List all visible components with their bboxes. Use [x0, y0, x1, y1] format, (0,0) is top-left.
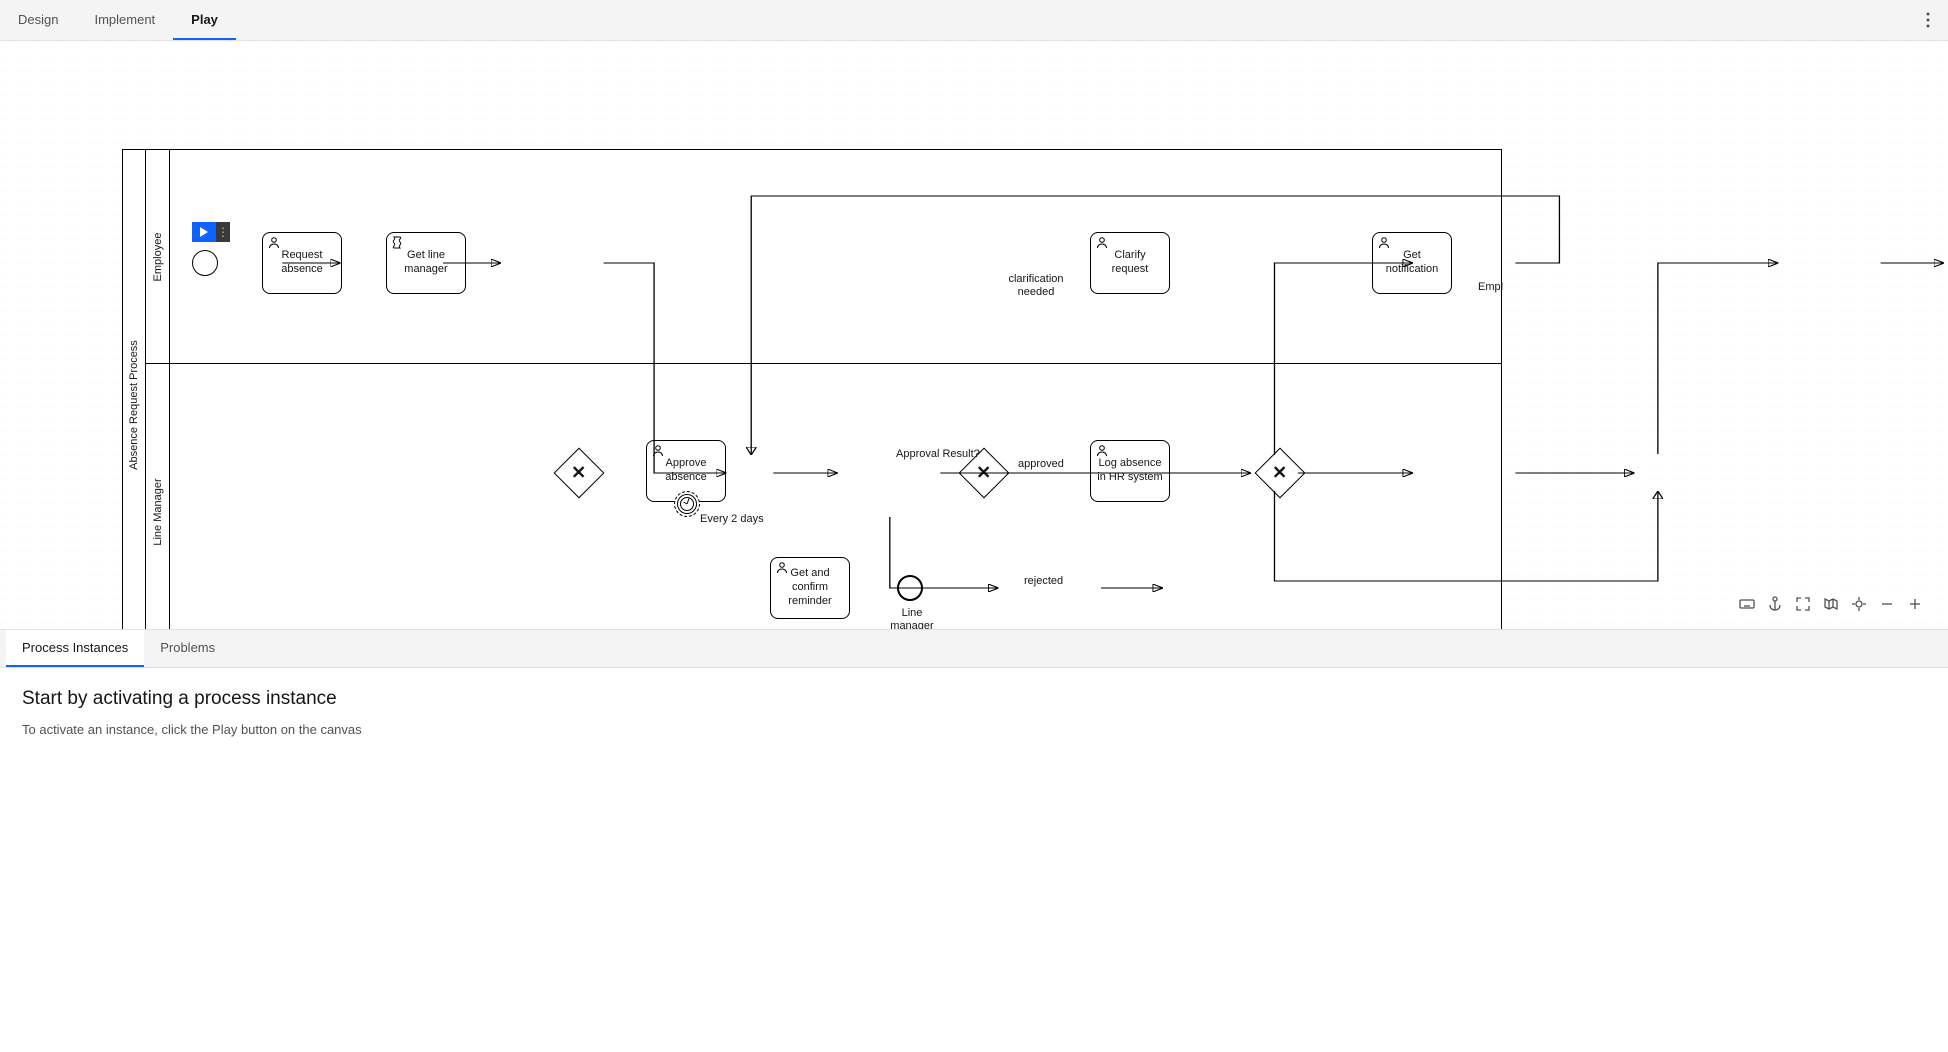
task-label: Get notification: [1379, 249, 1445, 277]
bottom-subtext: To activate an instance, click the Play …: [22, 722, 1926, 737]
task-log-absence[interactable]: Log absence in HR system: [1090, 440, 1170, 502]
task-get-confirm-reminder[interactable]: Get and confirm reminder: [770, 557, 850, 619]
bpmn-canvas[interactable]: Absence Request Process Employee Line Ma…: [0, 41, 1948, 629]
task-get-notification[interactable]: Get notification: [1372, 232, 1452, 294]
play-menu-icon[interactable]: ⋮: [216, 222, 230, 242]
bottom-heading: Start by activating a process instance: [22, 688, 1926, 710]
lane-employee-label: Employee: [152, 232, 164, 281]
expand-icon[interactable]: [1794, 595, 1812, 613]
bottom-content: Start by activating a process instance T…: [0, 668, 1948, 777]
task-clarify-request[interactable]: Clarify request: [1090, 232, 1170, 294]
bottom-tab-bar: Process Instances Problems: [0, 630, 1948, 668]
lane-line-manager: Line Manager: [146, 363, 170, 629]
label-approval-result: Approval Result?: [896, 448, 980, 461]
play-button[interactable]: [192, 222, 216, 242]
user-task-marker-icon: [1094, 235, 1110, 251]
lane-employee: Employee: [146, 150, 170, 363]
tab-process-instances[interactable]: Process Instances: [6, 630, 144, 667]
label-empl-truncated: Empl: [1478, 281, 1503, 294]
bottom-panel: Process Instances Problems Start by acti…: [0, 629, 1948, 777]
label-rejected: rejected: [1024, 575, 1063, 588]
label-every-2-days: Every 2 days: [700, 513, 764, 526]
label-clarification-needed: clarification needed: [1006, 273, 1066, 299]
start-event-play-badge: ⋮: [192, 222, 230, 242]
pool-title-label: Absence Request Process: [128, 340, 140, 470]
start-event[interactable]: [192, 250, 218, 276]
label-approved: approved: [1018, 458, 1064, 471]
task-label: Approve absence: [653, 457, 719, 485]
pool-title: Absence Request Process: [122, 149, 146, 629]
keyboard-icon[interactable]: [1738, 595, 1756, 613]
label-line-manager-reminded: Line manager reminded: [880, 607, 944, 629]
user-task-marker-icon: [1094, 443, 1110, 459]
zoom-out-icon[interactable]: [1878, 595, 1896, 613]
zoom-in-icon[interactable]: [1906, 595, 1924, 613]
task-request-absence[interactable]: Request absence: [262, 232, 342, 294]
boundary-timer-event[interactable]: [674, 491, 700, 517]
locate-icon[interactable]: [1850, 595, 1868, 613]
overflow-menu-icon[interactable]: [1908, 0, 1948, 40]
user-task-marker-icon: [1376, 235, 1392, 251]
task-label: Clarify request: [1097, 249, 1163, 277]
minimap-icon[interactable]: [1822, 595, 1840, 613]
tab-design[interactable]: Design: [0, 0, 76, 40]
task-label: Log absence in HR system: [1097, 457, 1163, 485]
tab-play[interactable]: Play: [173, 0, 236, 40]
task-get-line-manager[interactable]: Get line manager: [386, 232, 466, 294]
user-task-marker-icon: [650, 443, 666, 459]
end-event-reminded[interactable]: [897, 575, 923, 601]
canvas-toolbar: [1732, 591, 1930, 617]
lane-separator: [146, 363, 1501, 364]
script-task-marker-icon: [390, 235, 406, 251]
task-label: Get line manager: [393, 249, 459, 277]
user-task-marker-icon: [774, 560, 790, 576]
top-tab-bar: Design Implement Play: [0, 0, 1948, 41]
anchor-icon[interactable]: [1766, 595, 1784, 613]
tab-problems[interactable]: Problems: [144, 630, 231, 667]
tab-implement[interactable]: Implement: [76, 0, 173, 40]
user-task-marker-icon: [266, 235, 282, 251]
task-label: Request absence: [269, 249, 335, 277]
lane-line-manager-label: Line Manager: [152, 478, 164, 545]
